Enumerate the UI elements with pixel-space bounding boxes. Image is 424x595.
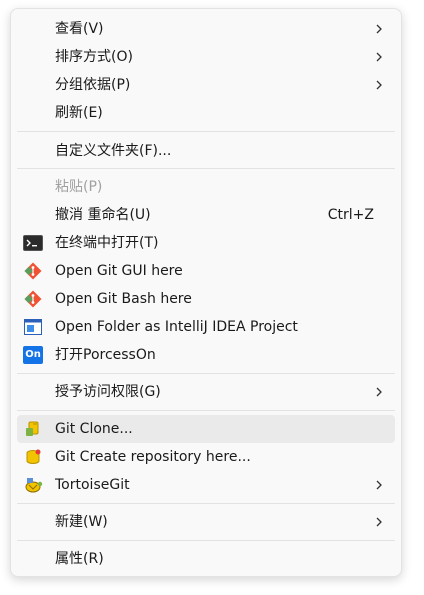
chevron-right-icon — [376, 52, 382, 62]
menu-item-open-intellij[interactable]: Open Folder as IntelliJ IDEA Project — [17, 313, 395, 341]
menu-item-sort[interactable]: 排序方式(O) — [17, 43, 395, 71]
menu-item-git-gui[interactable]: Open Git GUI here — [17, 257, 395, 285]
processon-icon: On — [23, 346, 43, 364]
menu-item-label: 刷新(E) — [55, 105, 103, 121]
menu-item-label: 撤消 重命名(U) — [55, 207, 151, 223]
menu-item-label: TortoiseGit — [55, 477, 130, 493]
menu-item-label: 在终端中打开(T) — [55, 235, 159, 251]
chevron-right-icon — [376, 480, 382, 490]
menu-item-label: 查看(V) — [55, 21, 104, 37]
menu-item-paste: 粘贴(P) — [17, 173, 395, 201]
menu-item-customize-folder[interactable]: 自定义文件夹(F)... — [17, 137, 395, 165]
menu-item-label: 粘贴(P) — [55, 179, 103, 195]
git-icon — [23, 262, 43, 280]
menu-item-label: 分组依据(P) — [55, 77, 131, 93]
menu-separator — [17, 410, 395, 411]
menu-separator — [17, 168, 395, 169]
menu-item-label: Git Clone... — [55, 421, 133, 437]
chevron-right-icon — [376, 517, 382, 527]
git-clone-icon — [23, 420, 43, 438]
menu-item-open-terminal[interactable]: 在终端中打开(T) — [17, 229, 395, 257]
git-create-repo-icon — [23, 448, 43, 466]
menu-item-label: Open Git GUI here — [55, 263, 183, 279]
menu-item-git-create-repo[interactable]: Git Create repository here... — [17, 443, 395, 471]
git-icon — [23, 290, 43, 308]
menu-item-label: 排序方式(O) — [55, 49, 133, 65]
intellij-icon — [23, 318, 43, 336]
menu-item-git-clone[interactable]: Git Clone... — [17, 415, 395, 443]
processon-icon-text: On — [23, 346, 43, 364]
menu-item-view[interactable]: 查看(V) — [17, 15, 395, 43]
menu-item-label: 授予访问权限(G) — [55, 384, 161, 400]
context-menu: 查看(V) 排序方式(O) 分组依据(P) 刷新(E) 自定义文件夹(F)...… — [10, 8, 402, 577]
chevron-right-icon — [376, 80, 382, 90]
menu-separator — [17, 540, 395, 541]
menu-item-label: 打开PorcessOn — [55, 347, 156, 363]
menu-separator — [17, 503, 395, 504]
menu-item-grant-access[interactable]: 授予访问权限(G) — [17, 378, 395, 406]
menu-item-properties[interactable]: 属性(R) — [17, 545, 395, 573]
tortoisegit-icon — [23, 476, 43, 494]
menu-item-open-processon[interactable]: On 打开PorcessOn — [17, 341, 395, 369]
menu-item-label: Open Folder as IntelliJ IDEA Project — [55, 319, 298, 335]
menu-separator — [17, 131, 395, 132]
terminal-icon — [23, 234, 43, 252]
menu-item-refresh[interactable]: 刷新(E) — [17, 99, 395, 127]
menu-separator — [17, 373, 395, 374]
menu-item-label: Open Git Bash here — [55, 291, 192, 307]
menu-item-group[interactable]: 分组依据(P) — [17, 71, 395, 99]
menu-item-label: 自定义文件夹(F)... — [55, 143, 172, 159]
menu-item-tortoisegit[interactable]: TortoiseGit — [17, 471, 395, 499]
chevron-right-icon — [376, 24, 382, 34]
menu-item-undo-rename[interactable]: 撤消 重命名(U) Ctrl+Z — [17, 201, 395, 229]
menu-item-label: 新建(W) — [55, 514, 108, 530]
menu-item-git-bash[interactable]: Open Git Bash here — [17, 285, 395, 313]
menu-item-label: Git Create repository here... — [55, 449, 251, 465]
menu-item-label: 属性(R) — [55, 551, 104, 567]
menu-item-new[interactable]: 新建(W) — [17, 508, 395, 536]
menu-item-shortcut: Ctrl+Z — [327, 207, 374, 223]
chevron-right-icon — [376, 387, 382, 397]
